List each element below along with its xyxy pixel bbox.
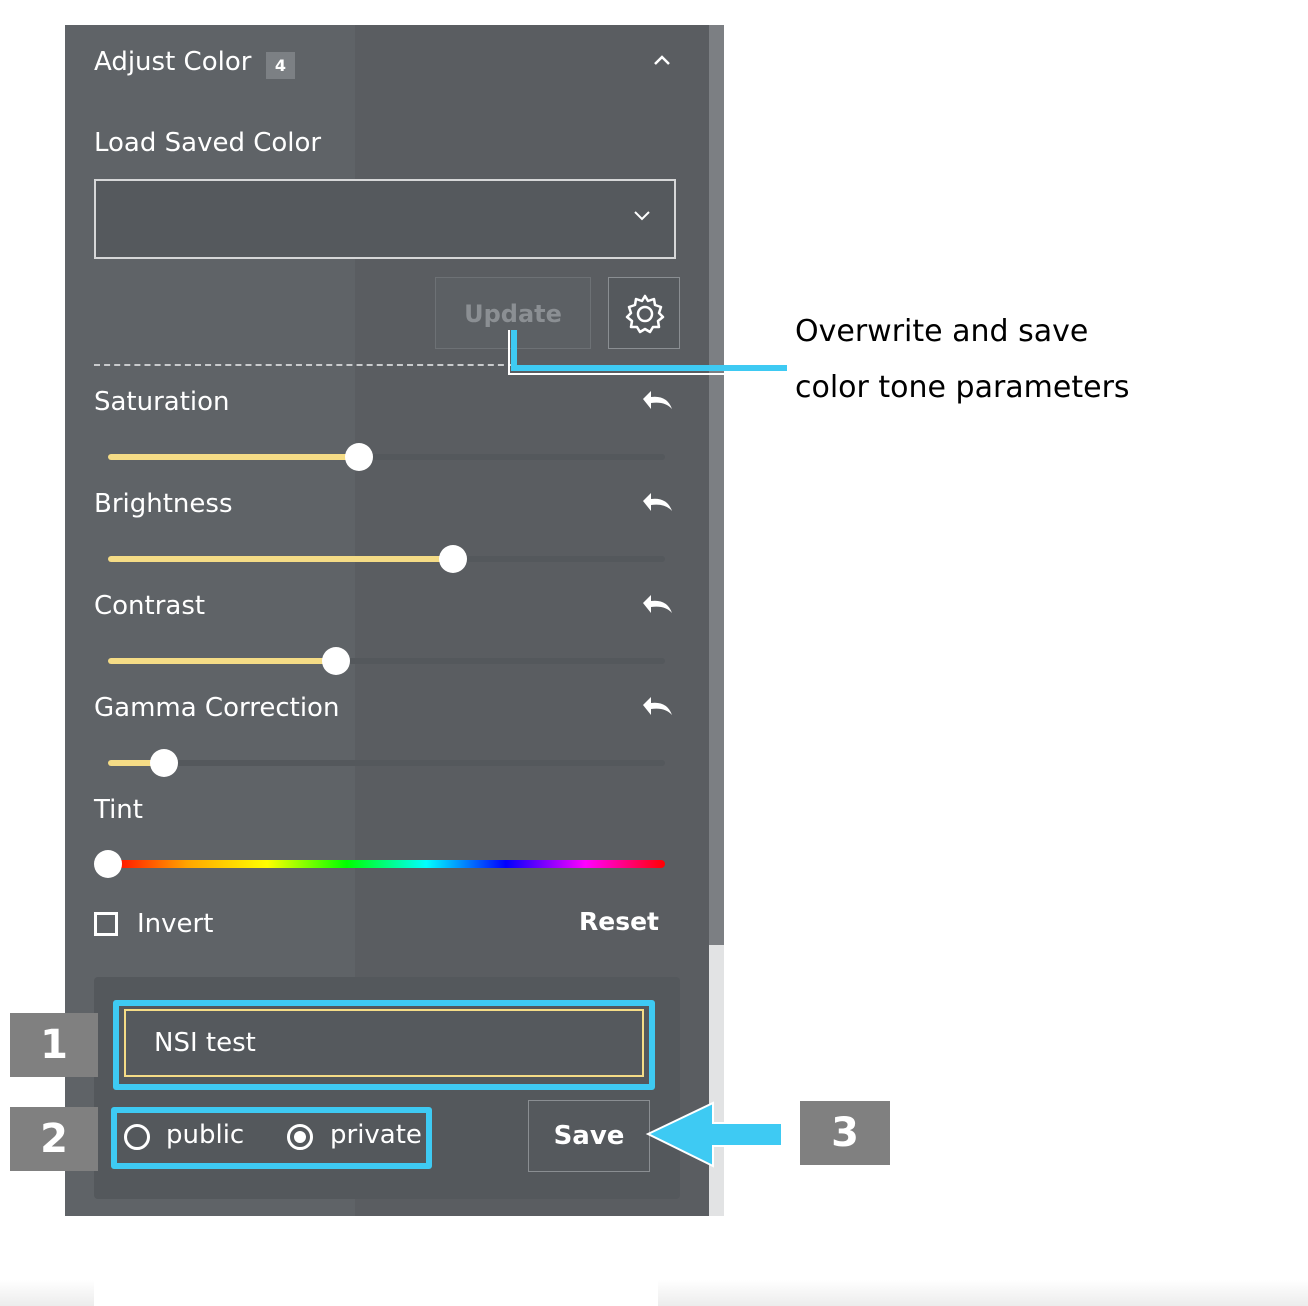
page-bottom-area xyxy=(94,1226,658,1306)
annotation-arrows xyxy=(508,330,787,1168)
annotation-note-line2: color tone parameters xyxy=(795,370,1130,405)
annotation-note-line1: Overwrite and save xyxy=(795,314,1089,349)
